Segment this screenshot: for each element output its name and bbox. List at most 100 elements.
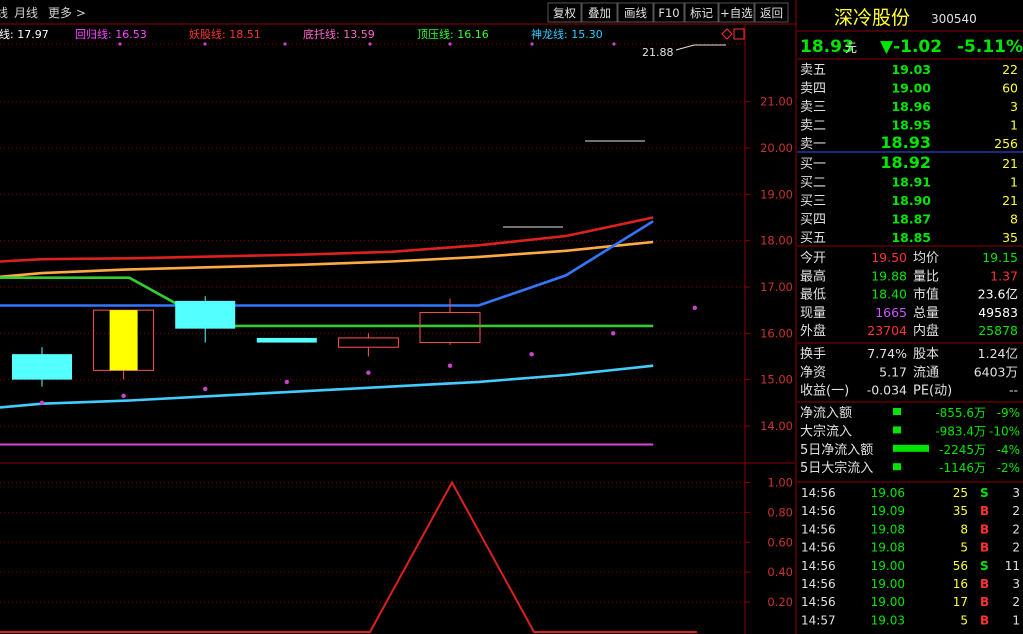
sub-tick-label: 0.40	[767, 565, 793, 579]
flow-pct: -4%	[997, 443, 1020, 457]
stat-value: 23.6亿	[978, 287, 1018, 302]
tick-count: 1	[1012, 613, 1020, 627]
indicator-label: 底托线:	[303, 27, 340, 41]
stat-value: 23704	[867, 323, 907, 338]
toolbar-button-label-5[interactable]: +自选	[720, 6, 753, 20]
signal-dot	[611, 331, 616, 336]
tick-time: 14:56	[801, 522, 836, 536]
flow-value: -855.6万	[935, 406, 986, 420]
orderbook-price: 19.03	[891, 62, 931, 77]
tick-side: B	[980, 504, 989, 518]
price-tick-label: 16.00	[760, 326, 793, 340]
signal-dot	[39, 400, 45, 405]
top-dot	[368, 42, 372, 46]
toolbar-button-label-3[interactable]: F10	[658, 6, 679, 20]
tick-volume: 5	[960, 541, 968, 555]
flow-value: -1146万	[939, 461, 986, 475]
candle-body-up	[337, 337, 399, 348]
top-dot	[283, 42, 287, 46]
tick-volume: 8	[960, 522, 968, 536]
stat-value: 18.40	[871, 287, 907, 302]
period-tab-1[interactable]: 月线	[14, 6, 38, 20]
stock-code: 300540	[931, 12, 977, 26]
orderbook-price: 18.85	[891, 230, 931, 245]
orderbook-volume: 1	[1010, 175, 1018, 190]
tick-time: 14:56	[801, 486, 836, 500]
flow-value: -983.4万	[935, 424, 986, 438]
indicator-label: 顶压线:	[417, 27, 454, 41]
orderbook-price: 18.90	[891, 193, 931, 208]
flow-label: 净流入额	[800, 406, 852, 421]
price-tick-label: 19.00	[760, 187, 793, 201]
indicator-line-0	[0, 216, 654, 263]
orderbook-label: 买五	[800, 231, 826, 246]
orderbook-volume: 8	[1010, 212, 1018, 227]
top-dot	[612, 42, 616, 46]
stat-value: --	[1009, 383, 1018, 398]
flow-bar	[893, 408, 901, 415]
signal-dot	[121, 393, 126, 399]
tick-count: 2	[1012, 522, 1020, 536]
tick-price: 19.03	[871, 613, 905, 627]
flow-value: -2245万	[939, 443, 986, 457]
flow-bar	[893, 426, 901, 434]
top-dot	[118, 42, 122, 46]
price-tick-label: 14.00	[760, 419, 793, 433]
orderbook-volume: 3	[1010, 99, 1018, 114]
stat-label: 收益(一)	[800, 384, 849, 399]
stat-label: 量比	[913, 269, 939, 284]
orderbook-volume: 22	[1002, 62, 1018, 77]
period-tab-0[interactable]: 线	[0, 6, 8, 20]
tick-time: 14:56	[801, 541, 836, 555]
orderbook-price: 19.00	[891, 81, 931, 96]
stat-value: 7.74%	[867, 346, 907, 361]
indicator-label: 妖股线:	[189, 27, 226, 41]
stat-label: 外盘	[800, 323, 826, 339]
tick-side: B	[980, 522, 989, 536]
orderbook-label: 卖二	[800, 119, 826, 134]
toolbar-button-label-6[interactable]: 返回	[760, 6, 783, 20]
orderbook-label: 卖四	[800, 82, 826, 97]
orderbook-price: 18.96	[891, 99, 931, 114]
stat-label: 均价	[913, 251, 939, 266]
tick-time: 14:56	[801, 504, 836, 518]
stat-label: 内盘	[913, 323, 939, 339]
flow-bar	[893, 444, 929, 452]
signal-dot	[447, 363, 453, 368]
flow-pct: -10%	[989, 424, 1020, 438]
tick-time: 14:56	[801, 595, 836, 609]
orderbook-label: 卖三	[800, 100, 826, 115]
collapse-icon[interactable]	[733, 28, 745, 40]
price-tick-label: 15.00	[760, 373, 793, 387]
stat-label: PE(动)	[913, 384, 952, 399]
sub-tick-label: 0.20	[767, 595, 793, 609]
flow-pct: -2%	[997, 461, 1020, 475]
tick-volume: 5	[960, 613, 968, 627]
orderbook-label: 买二	[800, 176, 826, 191]
tick-side: B	[980, 595, 989, 609]
toolbar-button-label-0[interactable]: 复权	[553, 6, 576, 20]
toolbar-button-label-1[interactable]: 叠加	[588, 6, 611, 20]
indicator-value: 16.53	[112, 28, 147, 41]
candle-body-down	[175, 300, 236, 329]
price-tick-label: 20.00	[760, 141, 793, 155]
flow-label: 5日净流入额	[800, 443, 873, 458]
toolbar-button-label-4[interactable]: 标记	[690, 6, 713, 20]
flow-pct: -9%	[997, 406, 1020, 420]
indicator-legend-1: 回归线: 16.53	[75, 27, 147, 41]
tick-volume: 56	[953, 559, 968, 573]
toolbar-button-label-2[interactable]: 画线	[624, 6, 647, 20]
tick-volume: 17	[953, 595, 968, 609]
indicator-legend-3: 底托线: 13.59	[303, 27, 375, 41]
tick-count: 3	[1012, 486, 1020, 500]
indicator-legend-0: 线: 17.97	[0, 27, 49, 41]
high-marker-label: 21.88	[642, 46, 674, 59]
signal-dot	[203, 386, 208, 392]
period-tab-2[interactable]: 更多 >	[48, 6, 86, 20]
stock-terminal: 线月线 更多 > 复权 叠加 画线 F10 标记 +自选 返回线: 17.97 回归线: 16.5…	[0, 0, 1023, 634]
orderbook-price: 18.93	[880, 133, 931, 152]
diamond-icon[interactable]	[721, 28, 733, 40]
stat-label: 总量	[913, 306, 939, 321]
tick-count: 2	[1012, 541, 1020, 555]
top-dot	[448, 42, 452, 46]
